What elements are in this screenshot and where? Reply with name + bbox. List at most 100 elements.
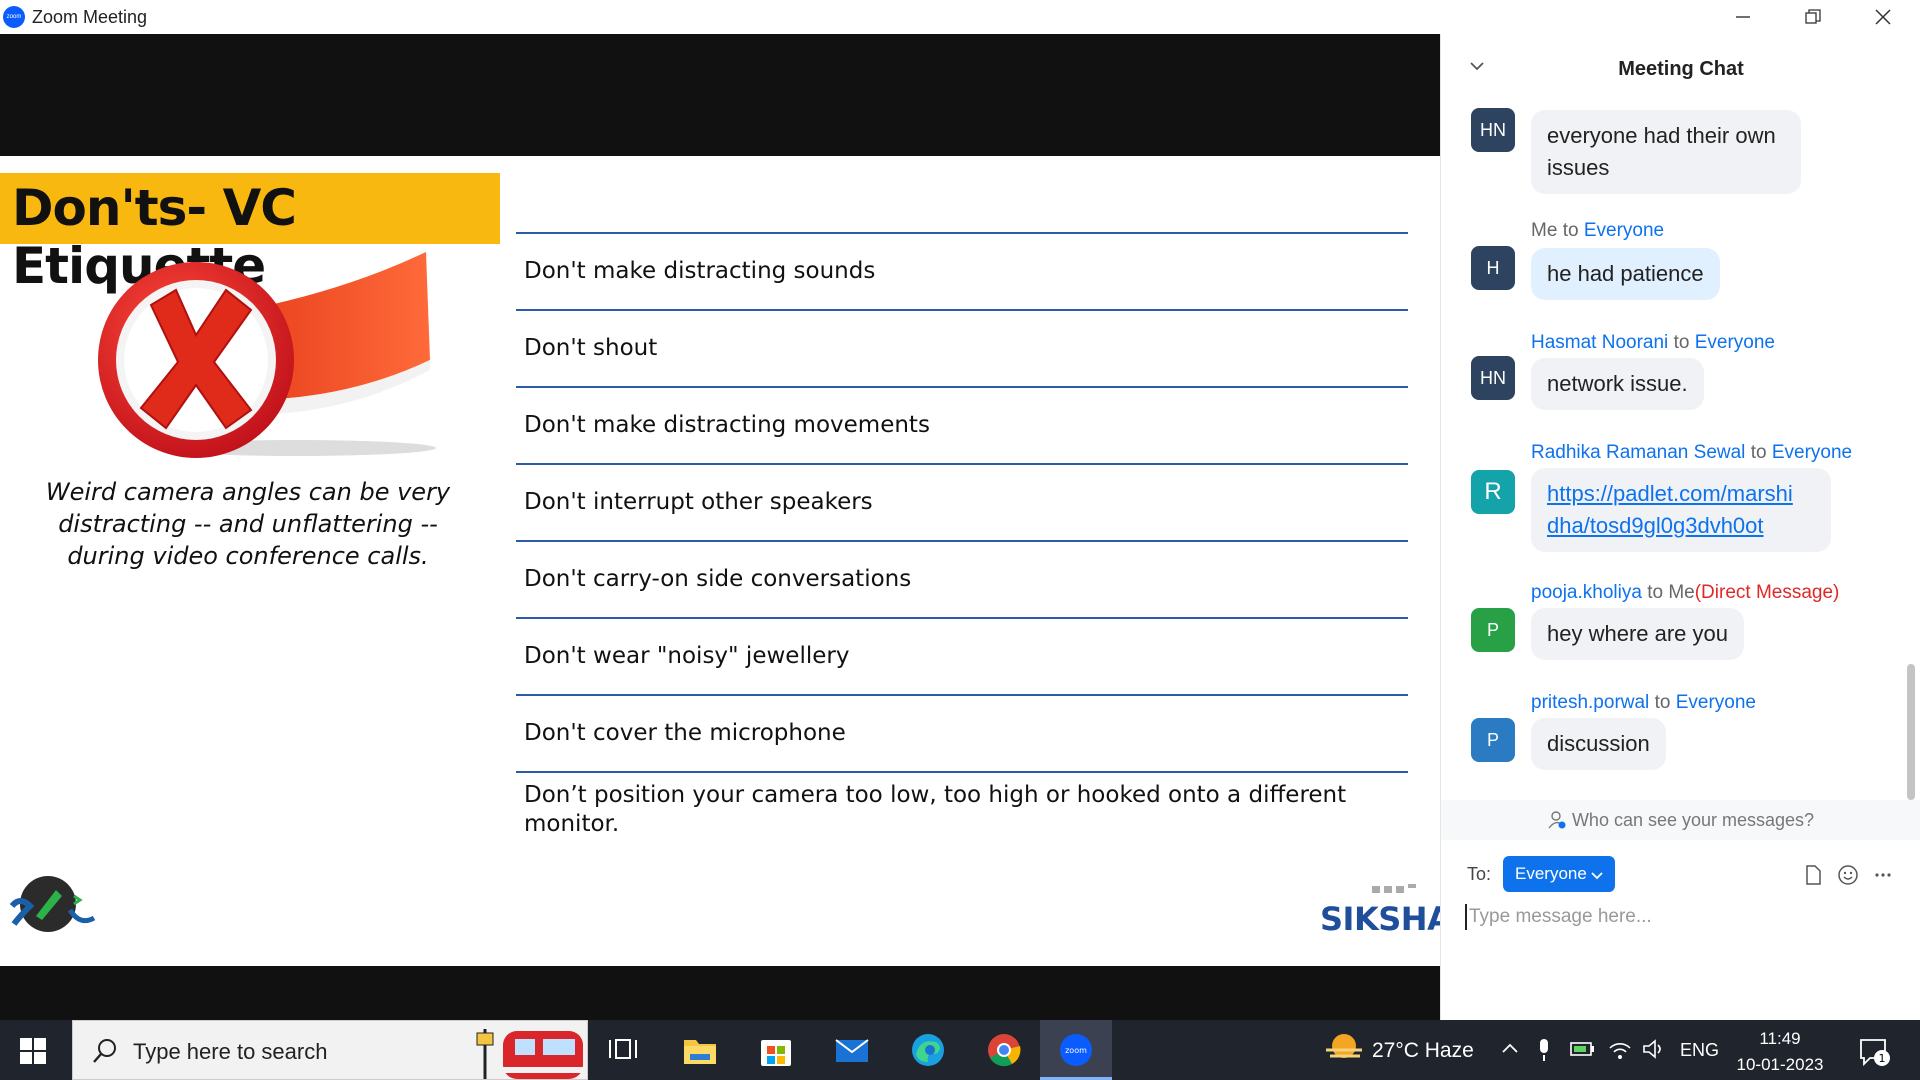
rule-item: Don't make distracting movements xyxy=(516,386,1408,463)
mail-icon xyxy=(835,1039,869,1062)
to-label: To: xyxy=(1467,864,1492,884)
chevron-up-icon[interactable] xyxy=(1500,1038,1520,1058)
direct-message-tag: (Direct Message) xyxy=(1694,582,1840,603)
sender-name[interactable]: Radhika Ramanan Sewal xyxy=(1531,442,1745,463)
windows-taskbar: Type here to search zoom 27°C Haze ENG 1… xyxy=(0,1020,1920,1080)
task-view-icon xyxy=(609,1039,637,1059)
shared-screen: Don'ts- VC Etiquette Weird camera angles… xyxy=(0,34,1452,1020)
padlet-link[interactable]: https://padlet.com/marshi xyxy=(1547,481,1793,506)
message-sender: pritesh.porwal to Everyone xyxy=(1531,692,1756,714)
siksha-dots-icon xyxy=(1372,884,1416,893)
zoom-button[interactable]: zoom xyxy=(1040,1020,1112,1080)
padlet-link-cont[interactable]: dha/tosd9gl0g3dvh0ot xyxy=(1547,513,1764,538)
speaker-icon[interactable] xyxy=(1642,1038,1666,1060)
rule-text: Don't shout xyxy=(524,335,658,361)
restore-icon xyxy=(1805,9,1821,24)
microphone-icon[interactable] xyxy=(1536,1038,1552,1062)
rule-text: Don't make distracting movements xyxy=(524,412,930,438)
battery-icon[interactable] xyxy=(1570,1038,1596,1060)
edge-button[interactable] xyxy=(892,1020,964,1080)
notification-center-icon[interactable]: 1 xyxy=(1858,1036,1892,1068)
file-explorer-button[interactable] xyxy=(664,1020,736,1080)
rule-text: Don’t position your camera too low, too … xyxy=(524,782,1347,837)
who-can-see-messages[interactable]: Who can see your messages? xyxy=(1441,800,1920,840)
restore-button[interactable] xyxy=(1778,0,1848,34)
rule-item: Don't cover the microphone xyxy=(516,694,1408,771)
file-icon[interactable] xyxy=(1803,864,1823,886)
svg-text:zoom: zoom xyxy=(1065,1046,1087,1055)
microsoft-store-button[interactable] xyxy=(740,1020,812,1080)
slide-caption: Weird camera angles can be very distract… xyxy=(45,478,451,570)
search-placeholder: Type here to search xyxy=(133,1039,328,1064)
chrome-browser-icon xyxy=(988,1034,1021,1067)
chat-bubble: everyone had their own issues xyxy=(1531,110,1801,194)
title-bar: zoom Zoom Meeting xyxy=(0,0,1920,34)
who-can-see-text: Who can see your messages? xyxy=(1571,810,1815,830)
emoji-icon[interactable] xyxy=(1837,864,1859,886)
clock-date: 10-01-2023 xyxy=(1736,1055,1824,1074)
chat-scrollbar[interactable] xyxy=(1907,664,1915,800)
recipient: Everyone xyxy=(1675,692,1756,713)
sender-name[interactable]: pritesh.porwal xyxy=(1531,692,1649,713)
slide-title-banner: Don'ts- VC Etiquette xyxy=(0,173,500,295)
zoom-window: zoom Zoom Meeting Don'ts- VC Etiquette W… xyxy=(0,0,1920,1080)
rule-text: Don't cover the microphone xyxy=(524,720,846,746)
mail-button[interactable] xyxy=(816,1020,888,1080)
search-icon xyxy=(93,1039,116,1063)
rules-list: Don't make distracting sounds Don't shou… xyxy=(516,232,1408,841)
zoom-app-icon: zoom xyxy=(1060,1034,1092,1066)
svg-text:1: 1 xyxy=(1879,1052,1886,1065)
red-x-cross-icon xyxy=(98,252,436,458)
rule-text: Don't wear "noisy" jewellery xyxy=(524,643,850,669)
chat-bubble: https://padlet.com/marshi dha/tosd9gl0g3… xyxy=(1531,468,1831,552)
to-word: to xyxy=(1673,332,1690,353)
rule-item: Don’t position your camera too low, too … xyxy=(516,771,1408,841)
message-sender: Me to Everyone xyxy=(1531,220,1664,242)
zoom-logo-icon: zoom xyxy=(3,6,25,28)
chat-bubble: discussion xyxy=(1531,718,1666,770)
more-options-icon[interactable] xyxy=(1873,864,1893,886)
edge-browser-icon xyxy=(912,1034,944,1066)
recipient: Everyone xyxy=(1771,442,1853,463)
wifi-icon[interactable] xyxy=(1608,1038,1632,1060)
task-view-button[interactable] xyxy=(588,1020,660,1080)
siksha-logo: SIKSHA xyxy=(1320,900,1452,938)
weather-text[interactable]: 27°C Haze xyxy=(1372,1039,1474,1063)
scert-logo-icon xyxy=(10,876,96,932)
system-clock[interactable]: 11:49 10-01-2023 xyxy=(1730,1026,1830,1078)
avatar: H xyxy=(1471,246,1515,290)
message-sender: Hasmat Noorani to Everyone xyxy=(1531,332,1775,354)
message-sender: pooja.kholiya to Me(Direct Message) xyxy=(1531,582,1839,604)
sender-name[interactable]: Hasmat Noorani xyxy=(1531,332,1668,353)
recipient: Everyone xyxy=(1583,220,1665,241)
chat-title: Meeting Chat xyxy=(1618,58,1744,80)
avatar: HN xyxy=(1471,108,1515,152)
avatar: R xyxy=(1471,470,1515,514)
chat-messages[interactable]: HN everyone had their own issues Me to E… xyxy=(1441,104,1911,838)
avatar: P xyxy=(1471,718,1515,762)
chrome-button[interactable] xyxy=(968,1020,1040,1080)
person-visibility-icon xyxy=(1548,811,1566,829)
avatar: P xyxy=(1471,608,1515,652)
window-title: Zoom Meeting xyxy=(32,7,148,27)
rule-item: Don't interrupt other speakers xyxy=(516,463,1408,540)
presentation-slide: Don'ts- VC Etiquette Weird camera angles… xyxy=(0,156,1452,966)
close-button[interactable] xyxy=(1848,0,1918,34)
message-sender: Radhika Ramanan Sewal to Everyone xyxy=(1531,442,1852,464)
recipient-dropdown[interactable]: Everyone xyxy=(1503,856,1615,892)
clock-time: 11:49 xyxy=(1759,1029,1801,1048)
rule-text: Don't carry-on side conversations xyxy=(524,566,912,592)
windows-start-icon[interactable] xyxy=(20,1038,46,1064)
chevron-down-icon xyxy=(1591,872,1603,880)
sender-name[interactable]: pooja.kholiya xyxy=(1531,582,1642,603)
taskbar-search-box[interactable]: Type here to search xyxy=(72,1020,588,1080)
rule-text: Don't make distracting sounds xyxy=(524,258,876,284)
rule-item: Don't make distracting sounds xyxy=(516,232,1408,309)
rule-text: Don't interrupt other speakers xyxy=(524,489,873,515)
minimize-button[interactable] xyxy=(1708,0,1778,34)
chat-header: Meeting Chat xyxy=(1441,34,1920,104)
chat-bubble: hey where are you xyxy=(1531,608,1744,660)
to-word: to xyxy=(1750,442,1767,463)
message-input[interactable]: Type message here... xyxy=(1465,904,1652,930)
language-indicator[interactable]: ENG xyxy=(1680,1040,1719,1061)
